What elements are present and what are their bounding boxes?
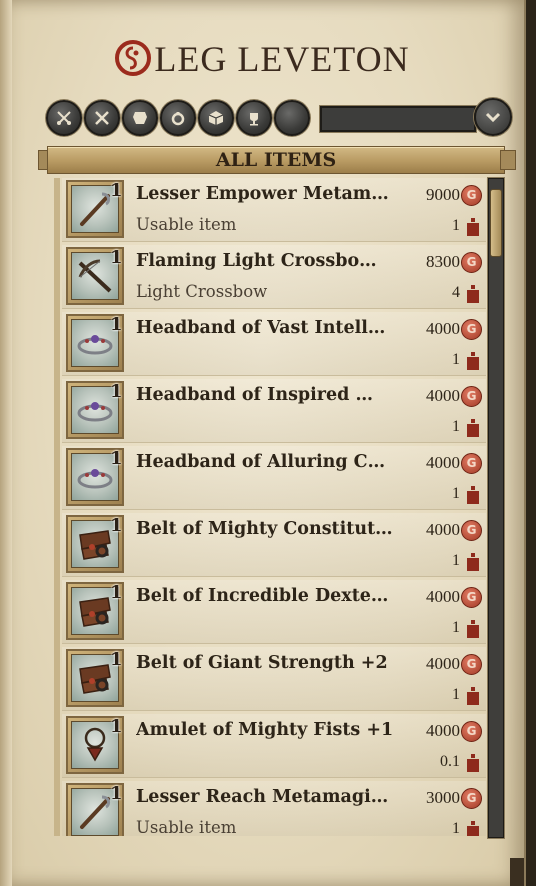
gold-coin-icon: G bbox=[461, 185, 482, 206]
item-weight: 1 bbox=[452, 820, 460, 836]
gold-coin-icon: G bbox=[461, 654, 482, 675]
item-type: Usable item bbox=[136, 818, 237, 836]
item-quantity: 1 bbox=[110, 649, 123, 670]
item-name: Belt of Giant Strength +2 bbox=[136, 653, 388, 673]
item-price: 4000 bbox=[426, 721, 460, 740]
weight-icon bbox=[467, 821, 479, 836]
item-quantity: 1 bbox=[110, 515, 123, 536]
item-row[interactable]: 1 Headband of Inspired … 4000 G 1 bbox=[62, 379, 486, 443]
item-list: 1 Lesser Empower Metam… Usable item 9000 G 1 1… bbox=[62, 178, 486, 836]
scrollbar-thumb[interactable] bbox=[490, 189, 502, 257]
item-name: Amulet of Mighty Fists +1 bbox=[136, 720, 394, 740]
item-price: 4000 bbox=[426, 453, 460, 472]
filter-other-icon[interactable] bbox=[236, 100, 272, 136]
item-row[interactable]: 1 Headband of Vast Intell… 4000 G 1 bbox=[62, 312, 486, 376]
item-row[interactable]: 1 Lesser Reach Metamagic… Usable item 3000 G… bbox=[62, 781, 486, 836]
filter-rings-icon[interactable] bbox=[160, 100, 196, 136]
gold-coin-icon: G bbox=[461, 721, 482, 742]
section-header: ALL ITEMS bbox=[47, 146, 505, 174]
item-row[interactable]: 1 Amulet of Mighty Fists +1 4000 G 0.1 bbox=[62, 714, 486, 778]
item-quantity: 1 bbox=[110, 448, 123, 469]
item-weight: 0.1 bbox=[440, 753, 460, 770]
weight-icon bbox=[467, 620, 479, 638]
item-name: Belt of Incredible Dexte… bbox=[136, 586, 389, 606]
page-edge bbox=[0, 0, 12, 886]
item-price: 4000 bbox=[426, 386, 460, 405]
filter-usables-icon[interactable] bbox=[198, 100, 234, 136]
weight-icon bbox=[467, 419, 479, 437]
item-name: Lesser Reach Metamagic… bbox=[136, 787, 398, 807]
item-weight: 1 bbox=[452, 686, 460, 703]
book-corner bbox=[510, 858, 524, 886]
item-type: Light Crossbow bbox=[136, 282, 268, 301]
search-input[interactable] bbox=[320, 106, 476, 132]
gold-coin-icon: G bbox=[461, 520, 482, 541]
filter-all-icon[interactable] bbox=[46, 100, 82, 136]
item-quantity: 1 bbox=[110, 716, 123, 737]
item-name: Headband of Alluring C… bbox=[136, 452, 386, 472]
gold-coin-icon: G bbox=[461, 252, 482, 273]
item-row[interactable]: 1 Flaming Light Crossbo… Light Crossbow 830… bbox=[62, 245, 486, 309]
item-quantity: 1 bbox=[110, 180, 123, 201]
weight-icon bbox=[467, 754, 479, 772]
item-row[interactable]: 1 Headband of Alluring C… 4000 G 1 bbox=[62, 446, 486, 510]
item-weight: 1 bbox=[452, 351, 460, 368]
item-quantity: 1 bbox=[110, 381, 123, 402]
item-weight: 1 bbox=[452, 217, 460, 234]
vendor-name: LEG LEVETON bbox=[154, 39, 410, 79]
item-type: Usable item bbox=[136, 215, 237, 234]
item-row[interactable]: 1 Lesser Empower Metam… Usable item 9000 G 1 bbox=[62, 178, 486, 242]
scrollbar[interactable] bbox=[488, 178, 504, 838]
vendor-logo-icon bbox=[114, 39, 152, 77]
item-price: 9000 bbox=[426, 185, 460, 204]
weight-icon bbox=[467, 553, 479, 571]
item-price: 4000 bbox=[426, 520, 460, 539]
item-row[interactable]: 1 Belt of Giant Strength +2 4000 G 1 bbox=[62, 647, 486, 711]
weight-icon bbox=[467, 687, 479, 705]
item-price: 4000 bbox=[426, 587, 460, 606]
vendor-page: LEG LEVETON ALL ITEMS 1 Lesser Empower Me… bbox=[0, 0, 526, 886]
gold-coin-icon: G bbox=[461, 453, 482, 474]
item-weight: 1 bbox=[452, 485, 460, 502]
chevron-down-icon bbox=[485, 112, 501, 123]
item-weight: 1 bbox=[452, 619, 460, 636]
item-name: Headband of Inspired … bbox=[136, 385, 373, 405]
list-border-left bbox=[54, 178, 60, 836]
item-name: Flaming Light Crossbo… bbox=[136, 251, 377, 271]
item-name: Lesser Empower Metam… bbox=[136, 184, 389, 204]
gold-coin-icon: G bbox=[461, 788, 482, 809]
header-ornament-right bbox=[500, 150, 516, 170]
item-weight: 1 bbox=[452, 552, 460, 569]
sort-dropdown-button[interactable] bbox=[474, 98, 512, 136]
gold-coin-icon: G bbox=[461, 587, 482, 608]
weight-icon bbox=[467, 218, 479, 236]
filter-nonusable-icon[interactable] bbox=[274, 100, 310, 136]
item-weight: 1 bbox=[452, 418, 460, 435]
gold-coin-icon: G bbox=[461, 319, 482, 340]
filter-weapons-icon[interactable] bbox=[84, 100, 120, 136]
item-price: 4000 bbox=[426, 319, 460, 338]
item-quantity: 1 bbox=[110, 247, 123, 268]
item-row[interactable]: 1 Belt of Mighty Constitut… 4000 G 1 bbox=[62, 513, 486, 577]
item-price: 3000 bbox=[426, 788, 460, 807]
item-price: 4000 bbox=[426, 654, 460, 673]
vendor-title: LEG LEVETON bbox=[0, 38, 524, 80]
item-quantity: 1 bbox=[110, 783, 123, 804]
filter-bar bbox=[46, 98, 516, 136]
weight-icon bbox=[467, 285, 479, 303]
gold-coin-icon: G bbox=[461, 386, 482, 407]
weight-icon bbox=[467, 486, 479, 504]
item-quantity: 1 bbox=[110, 314, 123, 335]
item-name: Belt of Mighty Constitut… bbox=[136, 519, 393, 539]
filter-armor-icon[interactable] bbox=[122, 100, 158, 136]
item-row[interactable]: 1 Belt of Incredible Dexte… 4000 G 1 bbox=[62, 580, 486, 644]
item-price: 8300 bbox=[426, 252, 460, 271]
item-weight: 4 bbox=[452, 284, 460, 301]
item-quantity: 1 bbox=[110, 582, 123, 603]
weight-icon bbox=[467, 352, 479, 370]
item-name: Headband of Vast Intell… bbox=[136, 318, 386, 338]
